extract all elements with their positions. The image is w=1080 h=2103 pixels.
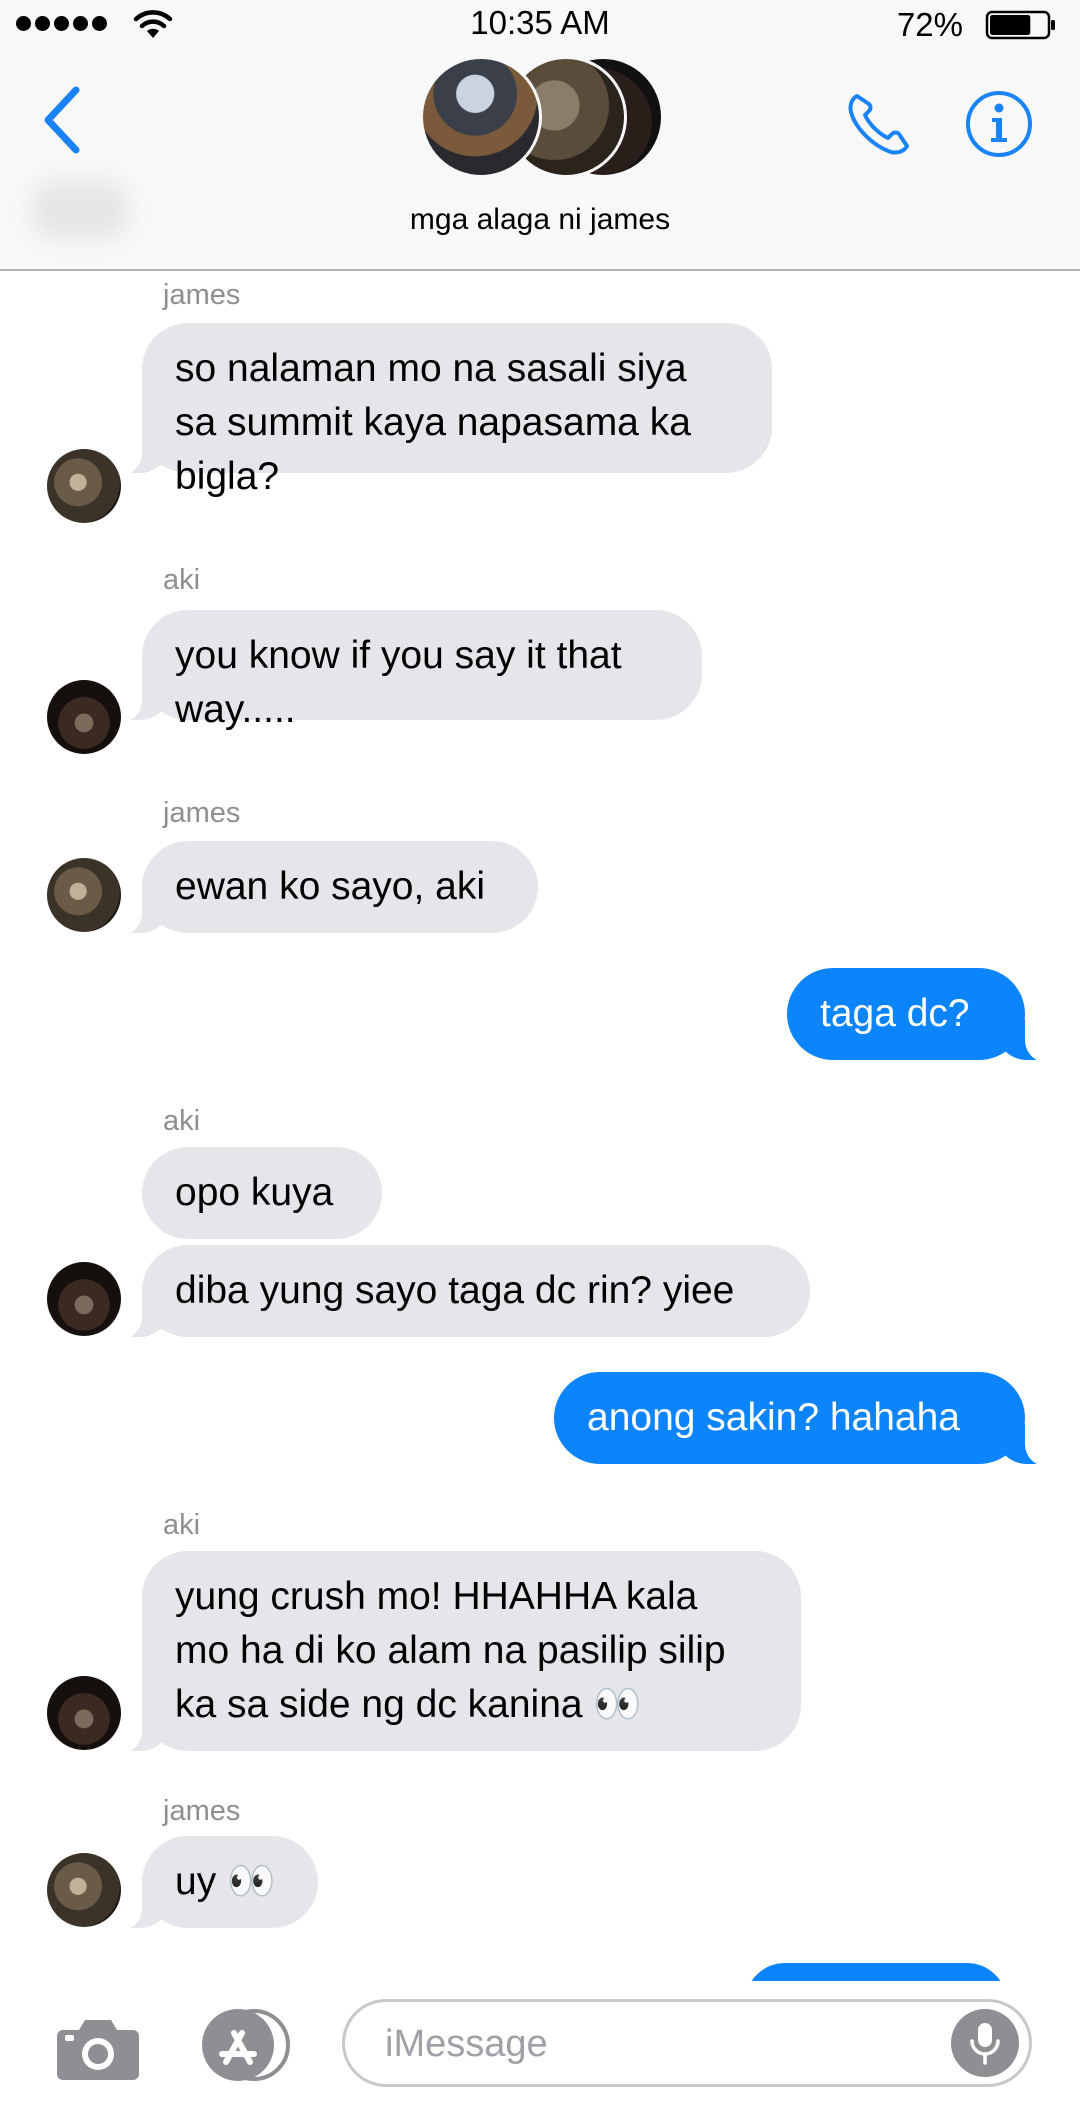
sender-avatar[interactable]	[47, 858, 121, 932]
group-avatar	[420, 56, 542, 178]
outgoing-message-bubble[interactable]: anong sakin? hahaha	[554, 1372, 1051, 1466]
incoming-message-bubble[interactable]: diba yung sayo taga dc rin? yiee	[116, 1245, 810, 1339]
message-input[interactable]	[383, 2016, 927, 2072]
chevron-left-icon[interactable]	[40, 84, 84, 156]
sender-avatar[interactable]	[47, 1676, 121, 1750]
sender-name: james	[163, 797, 241, 829]
sender-name: aki	[163, 1105, 201, 1137]
incoming-message-bubble[interactable]: you know if you say it that way.....	[116, 610, 702, 731]
sender-avatar[interactable]	[47, 1262, 121, 1336]
battery-percentage: 72%	[896, 6, 963, 43]
phone-icon[interactable]	[843, 88, 915, 160]
incoming-message-bubble[interactable]: uy 👀	[116, 1836, 318, 1930]
dictation-button[interactable]	[951, 2009, 1019, 2077]
status-bar: 10:35 AM 72%	[0, 0, 1080, 50]
imessage-screen: mga alaga ni james 10:35 AM 72% james so…	[0, 0, 1080, 2103]
outgoing-message-bubble-partial[interactable]	[745, 1963, 1007, 1981]
battery-icon	[985, 10, 1055, 40]
sender-name: james	[163, 1795, 241, 1827]
incoming-message-bubble[interactable]: yung crush mo! HHAHHA kala mo ha di ko a…	[116, 1551, 801, 1753]
sender-avatar[interactable]	[47, 449, 121, 523]
sender-name: james	[163, 279, 241, 311]
incoming-message-bubble[interactable]: so nalaman mo na sasali siya sa summit k…	[116, 323, 772, 498]
incoming-message-bubble[interactable]: opo kuya	[142, 1147, 382, 1239]
group-name[interactable]: mga alaga ni james	[0, 203, 1080, 237]
camera-icon[interactable]	[55, 2016, 141, 2082]
microphone-icon	[970, 2023, 1000, 2065]
app-store-icon[interactable]	[196, 2006, 294, 2084]
incoming-message-bubble[interactable]: ewan ko sayo, aki	[116, 841, 538, 935]
sender-avatar[interactable]	[47, 680, 121, 754]
message-input-field[interactable]	[342, 1999, 1032, 2087]
message-thread[interactable]: james so nalaman mo na sasali siya sa su…	[0, 271, 1080, 1981]
sender-avatar[interactable]	[47, 1853, 121, 1927]
sender-name: aki	[163, 564, 201, 596]
outgoing-message-bubble[interactable]: taga dc?	[787, 968, 1051, 1062]
group-avatar-stack[interactable]	[420, 56, 664, 178]
info-icon[interactable]	[963, 88, 1035, 160]
sender-name: aki	[163, 1509, 201, 1541]
message-composer	[0, 1981, 1080, 2103]
